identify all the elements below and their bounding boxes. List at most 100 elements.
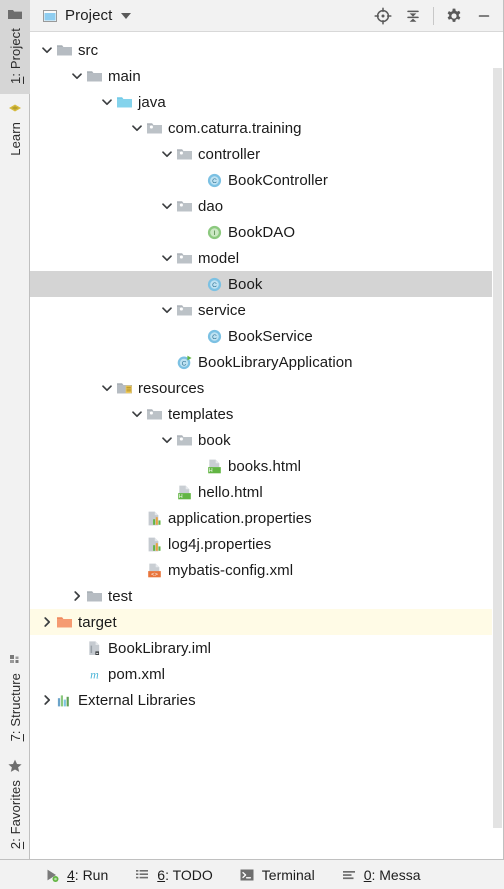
excluded-folder-icon (56, 614, 73, 631)
rail-button-project[interactable]: 1: Project (0, 0, 30, 94)
tree-vertical-scrollbar[interactable] (492, 32, 503, 859)
tree-row[interactable]: dao (30, 193, 503, 219)
tree-node-label: pom.xml (108, 665, 166, 683)
tree-row[interactable]: BookLibrary.iml (30, 635, 503, 661)
tree-row[interactable]: main (30, 63, 503, 89)
rail-mnemonic-structure: 7 (7, 734, 23, 742)
tree-indent-spacer (30, 375, 98, 401)
tree-row[interactable]: java (30, 89, 503, 115)
tree-node-label: BookLibrary.iml (108, 639, 212, 657)
chevron-down-icon[interactable] (121, 12, 132, 19)
tree-row[interactable]: External Libraries (30, 687, 503, 713)
statusbar-mnemonic-todo: 6 (157, 866, 166, 883)
tree-node-label: target (78, 613, 117, 631)
rail-button-favorites[interactable]: 2: Favorites (0, 752, 30, 859)
intellij-project-tool-window: 1: Project Learn 7: Structure 2: Favorit… (0, 0, 504, 889)
java-interface-icon: I (206, 224, 223, 241)
tree-node-label: book (198, 431, 231, 449)
chevron-down-icon[interactable] (68, 63, 86, 89)
tree-row[interactable]: templates (30, 401, 503, 427)
chevron-down-icon[interactable] (158, 193, 176, 219)
statusbar-button-run[interactable]: 4: Run (44, 867, 108, 883)
project-tree-pane[interactable]: src main java com.caturra.training controlle… (30, 32, 503, 859)
chevron-down-icon[interactable] (158, 141, 176, 167)
tree-indent-spacer (30, 349, 158, 375)
tree-row[interactable]: C BookController (30, 167, 503, 193)
tree-row[interactable]: test (30, 583, 503, 609)
chevron-down-icon[interactable] (128, 401, 146, 427)
rail-button-learn[interactable]: Learn (0, 94, 30, 166)
rail-label-favorites: 2: Favorites (8, 777, 23, 852)
messages-icon (341, 867, 357, 883)
folder-icon (86, 588, 103, 605)
chevron-down-icon[interactable] (158, 245, 176, 271)
tree-row[interactable]: C BookLibraryApplication (30, 349, 503, 375)
statusbar-button-todo[interactable]: 6: TODO (134, 867, 213, 883)
tree-row[interactable]: src (30, 37, 503, 63)
run-icon (44, 867, 60, 883)
svg-text:C: C (212, 334, 217, 341)
chevron-down-icon[interactable] (38, 37, 56, 63)
tree-row[interactable]: controller (30, 141, 503, 167)
tree-row[interactable]: model (30, 245, 503, 271)
properties-file-icon (146, 510, 163, 527)
tree-row[interactable]: C Book (30, 271, 503, 297)
package-icon (176, 198, 193, 215)
scrollbar-thumb[interactable] (493, 68, 502, 828)
tree-row[interactable]: resources (30, 375, 503, 401)
tree-twisty-placeholder (188, 219, 206, 245)
chevron-right-icon[interactable] (38, 687, 56, 713)
tree-twisty-placeholder (68, 635, 86, 661)
terminal-icon (239, 867, 255, 883)
chevron-down-icon[interactable] (98, 375, 116, 401)
tree-indent-spacer (30, 505, 128, 531)
rail-text-structure: : Structure (7, 673, 23, 735)
tree-indent-spacer (30, 219, 188, 245)
project-tool-window: Project src main java com.caturra.traini… (30, 0, 504, 859)
svg-text:C: C (182, 360, 187, 367)
tree-node-label: External Libraries (78, 691, 196, 709)
project-view-selector[interactable]: Project (38, 5, 135, 26)
svg-text:m: m (90, 667, 99, 681)
statusbar-button-messages[interactable]: 0: Messa (341, 867, 421, 883)
rail-button-structure[interactable]: 7: Structure (0, 645, 30, 751)
tree-indent-spacer (30, 271, 188, 297)
chevron-down-icon[interactable] (128, 115, 146, 141)
java-runnable-class-icon: C (176, 354, 193, 371)
tree-node-label: templates (168, 405, 234, 423)
tree-row[interactable]: service (30, 297, 503, 323)
chevron-right-icon[interactable] (38, 609, 56, 635)
chevron-down-icon[interactable] (158, 297, 176, 323)
chevron-right-icon[interactable] (68, 583, 86, 609)
chevron-down-icon[interactable] (158, 427, 176, 453)
project-window-icon (42, 8, 58, 24)
tree-row[interactable]: C BookService (30, 323, 503, 349)
tree-node-label: mybatis-config.xml (168, 561, 294, 579)
tree-twisty-placeholder (188, 323, 206, 349)
rail-label-project: 1: Project (8, 25, 23, 87)
tree-row[interactable]: log4j.properties (30, 531, 503, 557)
tree-node-label: test (108, 587, 133, 605)
gear-icon[interactable] (439, 3, 469, 29)
tree-node-label: hello.html (198, 483, 263, 501)
tree-indent-spacer (30, 245, 158, 271)
minimize-icon[interactable] (469, 3, 499, 29)
tree-row[interactable]: application.properties (30, 505, 503, 531)
tree-twisty-placeholder (188, 167, 206, 193)
xml-file-icon: <> (146, 562, 163, 579)
tree-row[interactable]: book (30, 427, 503, 453)
statusbar-button-terminal[interactable]: Terminal (239, 867, 315, 883)
tree-row[interactable]: Hhello.html (30, 479, 503, 505)
chevron-down-icon[interactable] (98, 89, 116, 115)
tree-row[interactable]: I BookDAO (30, 219, 503, 245)
star-icon (7, 758, 23, 774)
package-icon (176, 146, 193, 163)
tree-row[interactable]: <> mybatis-config.xml (30, 557, 503, 583)
locate-icon[interactable] (368, 3, 398, 29)
tree-row[interactable]: Hbooks.html (30, 453, 503, 479)
tree-row[interactable]: com.caturra.training (30, 115, 503, 141)
tree-row[interactable]: target (30, 609, 503, 635)
tree-indent-spacer (30, 531, 128, 557)
tree-row[interactable]: m pom.xml (30, 661, 503, 687)
collapse-all-icon[interactable] (398, 3, 428, 29)
